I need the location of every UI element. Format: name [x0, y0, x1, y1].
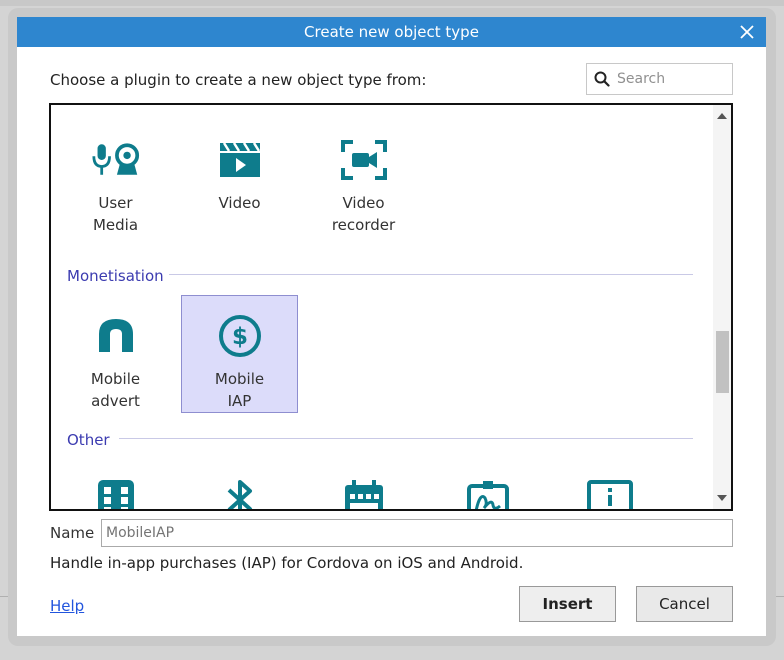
plugin-tile-other-5[interactable] — [551, 460, 668, 509]
plugin-tile-video[interactable]: Video — [181, 120, 298, 238]
plugin-tile-other-2[interactable] — [181, 460, 298, 509]
help-link[interactable]: Help — [50, 597, 84, 615]
plugin-list[interactable]: User Media Video Video recorder Monetisa… — [49, 103, 733, 511]
name-label: Name — [50, 524, 95, 542]
background-strip — [0, 0, 784, 6]
plugin-tile-video-recorder[interactable]: Video recorder — [305, 120, 422, 238]
category-divider — [119, 438, 693, 439]
info-display-icon — [586, 480, 633, 509]
scroll-thumb[interactable] — [716, 331, 729, 393]
plugin-tile-mobile-advert[interactable]: Mobile advert — [57, 296, 174, 414]
category-divider — [169, 274, 693, 275]
mobile-advert-icon — [98, 319, 133, 352]
plugin-description: Handle in-app purchases (IAP) for Cordov… — [50, 554, 524, 572]
search-input[interactable] — [617, 71, 727, 87]
dialog-title: Create new object type — [304, 23, 479, 41]
calendar-icon — [344, 480, 383, 509]
plugin-label: Mobile IAP — [214, 370, 265, 410]
category-other: Other — [67, 431, 110, 449]
plugin-tile-user-media[interactable]: User Media — [57, 120, 174, 238]
plugin-label: User Media — [92, 194, 139, 234]
plugin-label: Video recorder — [331, 194, 396, 234]
plugin-label: Mobile advert — [90, 370, 141, 410]
list-scrollbar[interactable] — [713, 105, 731, 509]
plugin-tile-mobile-iap[interactable]: $ Mobile IAP — [181, 295, 298, 413]
dice-icon — [97, 480, 134, 509]
dollar-icon: $ — [218, 315, 261, 357]
plugin-tile-other-3[interactable] — [305, 460, 422, 509]
search-box[interactable] — [586, 63, 733, 95]
close-button[interactable] — [736, 21, 758, 43]
user-media-icon — [91, 143, 139, 175]
bluetooth-icon — [227, 480, 252, 509]
plugin-label: Video — [218, 194, 261, 212]
arrow-down-icon — [717, 495, 727, 501]
search-icon — [594, 71, 610, 87]
video-recorder-icon — [340, 140, 387, 180]
dialog-titlebar: Create new object type — [17, 17, 766, 47]
svg-text:$: $ — [231, 324, 247, 350]
insert-button[interactable]: Insert — [519, 586, 616, 622]
close-icon — [740, 25, 754, 39]
category-monetisation: Monetisation — [67, 267, 164, 285]
video-icon — [219, 142, 260, 177]
scroll-up-button[interactable] — [713, 107, 731, 125]
plugin-tile-other-4[interactable] — [429, 460, 546, 509]
cancel-button[interactable]: Cancel — [636, 586, 733, 622]
dialog-prompt: Choose a plugin to create a new object t… — [50, 71, 427, 89]
scroll-down-button[interactable] — [713, 489, 731, 507]
plugin-tile-other-1[interactable] — [57, 460, 174, 509]
arrow-up-icon — [717, 113, 727, 119]
name-input[interactable] — [101, 519, 733, 547]
signature-icon — [466, 481, 509, 509]
